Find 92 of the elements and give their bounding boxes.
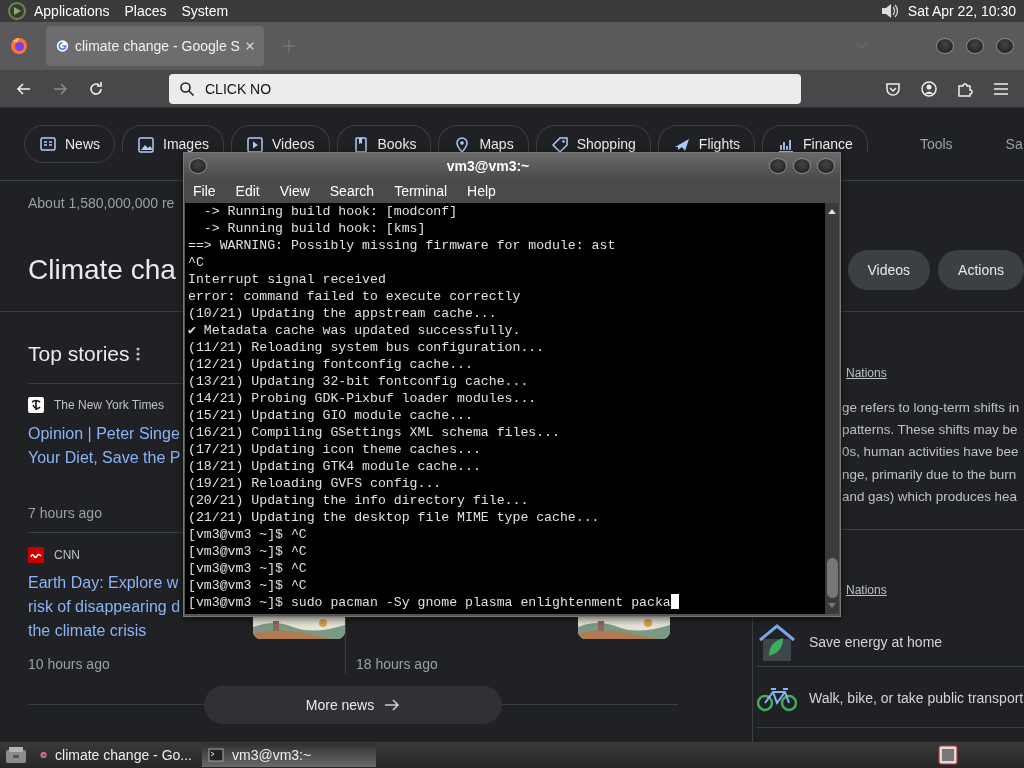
tag-icon [550, 136, 569, 154]
terminal-line: (10/21) Updating the appstream cache... [188, 305, 498, 322]
arrow-right-icon [384, 698, 401, 712]
scroll-down-icon[interactable] [827, 602, 837, 610]
maximize-button[interactable] [793, 157, 811, 174]
search-icon [179, 80, 195, 97]
menu-item[interactable]: File [193, 182, 216, 199]
terminal-line: (20/21) Updating the info directory file... [188, 492, 530, 509]
menu-item[interactable]: Help [467, 182, 496, 199]
scrollbar[interactable] [825, 203, 839, 614]
more-news-button[interactable]: More news [204, 686, 502, 724]
result-count: About 1,580,000,000 re [28, 194, 175, 213]
reload-icon[interactable] [87, 79, 105, 98]
terminal-line: ^C [188, 254, 205, 271]
terminal-line: -> Running build hook: [kms] [202, 220, 427, 237]
terminal-line: [vm3@vm3 ~]$ ^C [188, 526, 308, 543]
image-icon [137, 136, 155, 154]
terminal-line: (21/21) Updating the desktop file MIME type cache... [188, 509, 601, 526]
terminal-line: (15/21) Updating GIO module cache... [188, 407, 474, 424]
tip-item[interactable]: Walk, bike, or take public transport [757, 669, 1024, 728]
terminal-line: (13/21) Updating 32-bit fontconfig cache... [188, 373, 530, 390]
address-field[interactable]: CLICK NO [169, 73, 801, 104]
terminal-line: (18/21) Updating GTK4 module cache... [188, 458, 482, 475]
minimize-button[interactable] [769, 157, 787, 174]
minimize-button[interactable] [936, 38, 954, 54]
more-options-icon[interactable] [135, 347, 140, 361]
section-title: Top stories [28, 342, 130, 366]
maximize-button[interactable] [966, 38, 984, 54]
tools-link[interactable]: Tools [919, 136, 953, 152]
menu-item[interactable]: View [279, 182, 310, 199]
window-menu-button[interactable] [189, 157, 207, 174]
firefox-icon[interactable] [10, 37, 28, 55]
terminal-line: (14/21) Probing GDK-Pixbuf loader modules... [188, 390, 538, 407]
tip-item[interactable]: Save energy at home [757, 618, 1024, 667]
headline-link[interactable]: Opinion | Peter Singe Your Diet, Save the P [28, 422, 181, 470]
terminal-line: [vm3@vm3 ~]$ ^C [188, 560, 308, 577]
timestamp: 18 hours ago [356, 655, 438, 674]
scroll-up-icon[interactable] [827, 207, 837, 215]
speaker-icon[interactable] [879, 2, 898, 20]
panel-menu[interactable]: System [181, 3, 229, 19]
close-button[interactable] [817, 157, 835, 174]
close-button[interactable] [996, 38, 1014, 54]
window-title: vm3@vm3:~ [446, 157, 530, 174]
timestamp: 7 hours ago [28, 504, 102, 523]
text-cursor [670, 594, 679, 609]
taskbar-button[interactable]: climate change - Go... [34, 743, 198, 767]
terminal-line: Interrupt signal received [188, 271, 387, 288]
terminal-line: (11/21) Reloading system bus configuration... [188, 339, 546, 356]
headline-link[interactable]: Earth Day: Explore w risk of disappearing d the climate crisis [28, 571, 180, 643]
clock[interactable]: Sat Apr 22, 10:30 [907, 3, 1016, 19]
filter-link[interactable]: Sa [1005, 136, 1023, 152]
account-icon[interactable] [920, 79, 938, 98]
panel-menu[interactable]: Places [124, 3, 167, 19]
terminal-line: -> Running build hook: [modconf] [202, 203, 459, 220]
scroll-thumb[interactable] [826, 558, 838, 598]
terminal-line: [vm3@vm3 ~]$ sudo pacman -Sy gnome plasma enlightenment packa [188, 594, 825, 611]
news-icon [39, 135, 57, 153]
terminal-line: [vm3@vm3 ~]$ ^C [188, 577, 308, 594]
cnn-logo-icon [28, 547, 44, 563]
play-icon [245, 136, 264, 154]
menu-item[interactable]: Search [329, 182, 375, 199]
terminal-line: (19/21) Reloading GVFS config... [188, 475, 443, 492]
source-link[interactable]: Nations [846, 583, 1024, 597]
browser-tab[interactable]: climate change - Google S [46, 26, 264, 66]
menu-item[interactable]: Terminal [394, 182, 448, 199]
house-icon [757, 622, 797, 662]
launcher-icon[interactable] [8, 2, 26, 20]
taskbar-button[interactable]: vm3@vm3:~ [202, 743, 376, 767]
nyt-logo-icon [28, 397, 44, 413]
terminal-icon [208, 748, 224, 762]
terminal-line: error: command failed to execute correctly [188, 288, 522, 305]
terminal-line: ==> WARNING: Possibly missing firmware for module: ast [188, 237, 617, 254]
heading: Climate cha [28, 253, 176, 287]
timestamp: 10 hours ago [28, 655, 110, 674]
tab-title: climate change - Google S [74, 38, 240, 54]
description-text: ge refers to long-term shifts in patterns. These shifts may be 0s, human activities have bee nge, primarily due to the burn and gas) which produces hea [842, 399, 1021, 506]
terminal-line: ✔ Metadata cache was updated successfully. [188, 322, 522, 339]
close-icon[interactable] [245, 41, 254, 51]
news-source: The New York Times [54, 398, 165, 412]
file-drawer-icon[interactable] [4, 745, 28, 765]
terminal-line: (16/21) Compiling GSettings XML schema files... [188, 424, 561, 441]
google-icon [56, 38, 69, 54]
terminal-line: [vm3@vm3 ~]$ ^C [188, 543, 308, 560]
menu-item[interactable]: Edit [235, 182, 260, 199]
terminal-line: (12/21) Updating fontconfig cache... [188, 356, 474, 373]
heading-chip[interactable]: Actions [938, 250, 1024, 290]
news-source: CNN [54, 548, 80, 562]
window-icon[interactable] [937, 744, 959, 766]
heading-chip[interactable]: Videos [847, 250, 931, 290]
terminal-line: (17/21) Updating icon theme caches... [188, 441, 482, 458]
panel-menu[interactable]: Applications [34, 3, 110, 19]
source-link[interactable]: Nations [846, 366, 1024, 380]
